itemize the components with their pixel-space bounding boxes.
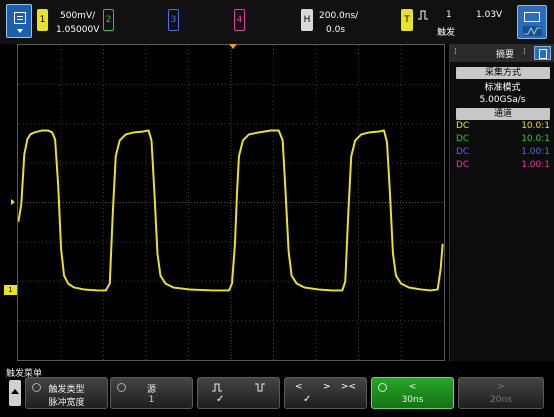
channel-coupling: DC <box>456 134 470 144</box>
softkey-label: > <box>497 382 505 392</box>
trigger-type-softkey[interactable]: 触发类型 脉冲宽度 <box>25 377 108 409</box>
range-icon: >< <box>340 382 356 392</box>
channel-1-ground-marker[interactable]: 1 <box>4 285 17 295</box>
channel-1-scale[interactable]: 500mV/ <box>60 11 95 21</box>
document-icon[interactable] <box>534 46 551 60</box>
screen-icon <box>524 12 540 22</box>
acquisition-button[interactable]: 采集方式 <box>456 67 550 79</box>
polarity-softkey[interactable]: ✓ <box>197 377 280 409</box>
trigger-source[interactable]: 1 <box>446 10 452 20</box>
back-button[interactable] <box>9 380 21 406</box>
softkey-label: 触发类型 <box>48 385 85 395</box>
trigger-level-marker[interactable] <box>11 199 15 205</box>
time-less-softkey[interactable]: < 30ns <box>371 377 454 409</box>
pulse-icon <box>418 10 428 20</box>
display-button[interactable] <box>517 5 547 39</box>
channel-coupling: DC <box>456 160 470 170</box>
summary-header: ⁞ 摘要 ⁞ <box>450 44 554 62</box>
trigger-level[interactable]: 1.03V <box>476 10 502 20</box>
softkey-value: 30ns <box>401 395 424 405</box>
negative-pulse-icon <box>255 383 265 392</box>
positive-pulse-icon <box>212 383 222 392</box>
check-icon: ✓ <box>216 394 225 405</box>
summary-title: 摘要 <box>496 50 515 60</box>
sample-rate: 5.00GSa/s <box>479 95 526 105</box>
horizontal-scale[interactable]: 200.0ns/ <box>319 11 358 21</box>
greater-than-icon: > <box>323 382 331 392</box>
channel-3-badge[interactable]: 3 <box>168 9 179 31</box>
horizontal-badge[interactable]: H <box>301 9 313 31</box>
softkey-label: < <box>408 382 417 392</box>
drag-handle-icon[interactable]: ⁞ <box>523 47 526 57</box>
chevron-down-icon <box>17 29 23 33</box>
time-greater-softkey[interactable]: > 20ns <box>458 377 544 409</box>
channel-coupling: DC <box>456 121 470 131</box>
horizontal-delay[interactable]: 0.0s <box>326 25 345 35</box>
trigger-badge[interactable]: T <box>401 9 413 31</box>
softkey-value: 20ns <box>490 395 512 405</box>
channel-probe: 10.0:1 <box>521 134 550 144</box>
waveform-icon <box>523 26 542 36</box>
channel-1-badge[interactable]: 1 <box>37 9 48 31</box>
channel-1-offset[interactable]: 1.05000V <box>56 25 99 35</box>
channel-coupling: DC <box>456 147 470 157</box>
menu-icon <box>14 12 26 24</box>
channels-button[interactable]: 通道 <box>456 108 550 120</box>
summary-panel: ⁞ 摘要 ⁞ 采集方式 标准模式 5.00GSa/s 通道 DC 10.0:1 … <box>449 44 554 361</box>
qualifier-softkey[interactable]: < > >< ✓ <box>284 377 367 409</box>
main-menu-button[interactable] <box>6 4 32 38</box>
trigger-mode[interactable]: 触发 <box>437 25 455 38</box>
trigger-position-marker[interactable] <box>229 44 237 49</box>
channel-probe: 10.0:1 <box>521 121 550 131</box>
channel-probe: 1.00:1 <box>521 160 550 170</box>
status-bar: 1 500mV/ 1.05000V 2 3 4 H 200.0ns/ 0.0s … <box>0 0 554 44</box>
softkey-value: 脉冲宽度 <box>48 398 85 408</box>
check-icon: ✓ <box>303 394 312 405</box>
drag-handle-icon[interactable]: ⁞ <box>454 47 457 57</box>
channel-4-badge[interactable]: 4 <box>234 9 245 31</box>
softkey-value: 1 <box>148 395 155 405</box>
less-than-icon: < <box>295 382 303 392</box>
channel-2-badge[interactable]: 2 <box>103 9 114 31</box>
channel-probe: 1.00:1 <box>521 147 550 157</box>
acquisition-mode: 标准模式 <box>484 83 521 93</box>
waveform-display[interactable] <box>17 44 445 361</box>
source-softkey[interactable]: 源 1 <box>110 377 193 409</box>
softkey-label: 源 <box>146 385 156 395</box>
